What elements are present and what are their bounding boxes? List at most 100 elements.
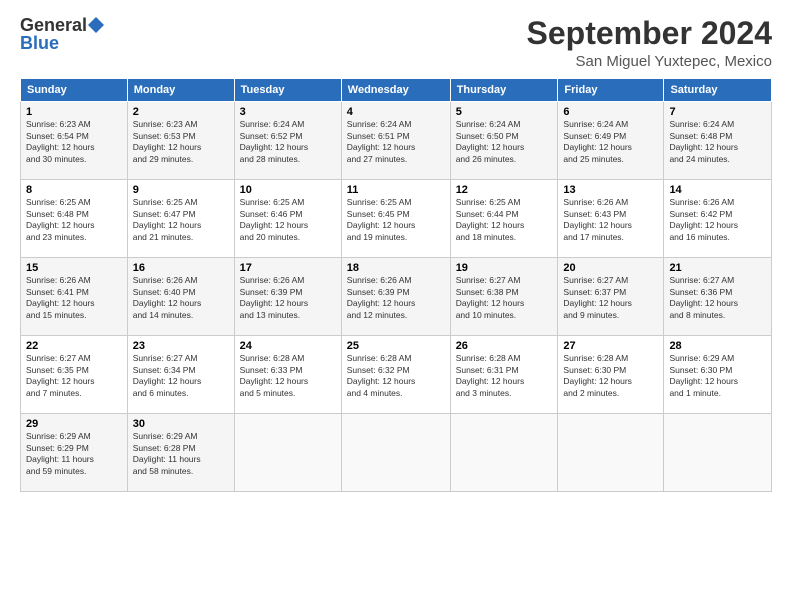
day-info: Sunrise: 6:25 AM Sunset: 6:45 PM Dayligh… — [347, 197, 445, 243]
title-block: September 2024 San Miguel Yuxtepec, Mexi… — [527, 16, 772, 70]
calendar-cell: 7Sunrise: 6:24 AM Sunset: 6:48 PM Daylig… — [664, 102, 772, 180]
logo-general: General — [20, 16, 87, 34]
calendar-cell: 23Sunrise: 6:27 AM Sunset: 6:34 PM Dayli… — [127, 336, 234, 414]
day-number: 29 — [26, 418, 122, 430]
day-number: 12 — [456, 184, 553, 196]
location-title: San Miguel Yuxtepec, Mexico — [527, 53, 772, 70]
day-number: 5 — [456, 106, 553, 118]
day-info: Sunrise: 6:26 AM Sunset: 6:39 PM Dayligh… — [240, 275, 336, 321]
col-sunday: Sunday — [21, 79, 128, 102]
day-number: 18 — [347, 262, 445, 274]
day-number: 23 — [133, 340, 229, 352]
calendar-cell — [234, 414, 341, 492]
logo: General Blue — [20, 16, 104, 52]
day-info: Sunrise: 6:29 AM Sunset: 6:29 PM Dayligh… — [26, 431, 122, 477]
day-info: Sunrise: 6:26 AM Sunset: 6:41 PM Dayligh… — [26, 275, 122, 321]
day-number: 15 — [26, 262, 122, 274]
day-info: Sunrise: 6:26 AM Sunset: 6:39 PM Dayligh… — [347, 275, 445, 321]
logo-blue: Blue — [20, 34, 59, 52]
calendar-cell: 22Sunrise: 6:27 AM Sunset: 6:35 PM Dayli… — [21, 336, 128, 414]
day-info: Sunrise: 6:25 AM Sunset: 6:46 PM Dayligh… — [240, 197, 336, 243]
day-number: 11 — [347, 184, 445, 196]
calendar-cell: 5Sunrise: 6:24 AM Sunset: 6:50 PM Daylig… — [450, 102, 558, 180]
calendar-cell: 26Sunrise: 6:28 AM Sunset: 6:31 PM Dayli… — [450, 336, 558, 414]
calendar-cell: 10Sunrise: 6:25 AM Sunset: 6:46 PM Dayli… — [234, 180, 341, 258]
day-number: 8 — [26, 184, 122, 196]
day-info: Sunrise: 6:27 AM Sunset: 6:35 PM Dayligh… — [26, 353, 122, 399]
day-info: Sunrise: 6:24 AM Sunset: 6:49 PM Dayligh… — [563, 119, 658, 165]
calendar-cell — [341, 414, 450, 492]
calendar-cell: 20Sunrise: 6:27 AM Sunset: 6:37 PM Dayli… — [558, 258, 664, 336]
day-number: 17 — [240, 262, 336, 274]
day-info: Sunrise: 6:27 AM Sunset: 6:36 PM Dayligh… — [669, 275, 766, 321]
day-info: Sunrise: 6:24 AM Sunset: 6:51 PM Dayligh… — [347, 119, 445, 165]
day-info: Sunrise: 6:26 AM Sunset: 6:43 PM Dayligh… — [563, 197, 658, 243]
calendar-cell: 21Sunrise: 6:27 AM Sunset: 6:36 PM Dayli… — [664, 258, 772, 336]
calendar-cell: 25Sunrise: 6:28 AM Sunset: 6:32 PM Dayli… — [341, 336, 450, 414]
calendar-cell: 11Sunrise: 6:25 AM Sunset: 6:45 PM Dayli… — [341, 180, 450, 258]
calendar-cell: 29Sunrise: 6:29 AM Sunset: 6:29 PM Dayli… — [21, 414, 128, 492]
page: General Blue September 2024 San Miguel Y… — [0, 0, 792, 612]
day-info: Sunrise: 6:28 AM Sunset: 6:32 PM Dayligh… — [347, 353, 445, 399]
day-info: Sunrise: 6:25 AM Sunset: 6:44 PM Dayligh… — [456, 197, 553, 243]
col-wednesday: Wednesday — [341, 79, 450, 102]
calendar-week-3: 15Sunrise: 6:26 AM Sunset: 6:41 PM Dayli… — [21, 258, 772, 336]
calendar-cell: 28Sunrise: 6:29 AM Sunset: 6:30 PM Dayli… — [664, 336, 772, 414]
day-info: Sunrise: 6:27 AM Sunset: 6:38 PM Dayligh… — [456, 275, 553, 321]
day-number: 1 — [26, 106, 122, 118]
month-title: September 2024 — [527, 16, 772, 51]
day-number: 22 — [26, 340, 122, 352]
day-number: 20 — [563, 262, 658, 274]
day-number: 10 — [240, 184, 336, 196]
day-number: 6 — [563, 106, 658, 118]
calendar-cell: 12Sunrise: 6:25 AM Sunset: 6:44 PM Dayli… — [450, 180, 558, 258]
calendar-cell: 15Sunrise: 6:26 AM Sunset: 6:41 PM Dayli… — [21, 258, 128, 336]
day-number: 2 — [133, 106, 229, 118]
calendar-cell — [450, 414, 558, 492]
day-info: Sunrise: 6:26 AM Sunset: 6:42 PM Dayligh… — [669, 197, 766, 243]
day-info: Sunrise: 6:24 AM Sunset: 6:52 PM Dayligh… — [240, 119, 336, 165]
day-number: 21 — [669, 262, 766, 274]
day-info: Sunrise: 6:25 AM Sunset: 6:47 PM Dayligh… — [133, 197, 229, 243]
calendar-cell: 9Sunrise: 6:25 AM Sunset: 6:47 PM Daylig… — [127, 180, 234, 258]
header-row: Sunday Monday Tuesday Wednesday Thursday… — [21, 79, 772, 102]
calendar-cell: 18Sunrise: 6:26 AM Sunset: 6:39 PM Dayli… — [341, 258, 450, 336]
calendar-week-1: 1Sunrise: 6:23 AM Sunset: 6:54 PM Daylig… — [21, 102, 772, 180]
day-info: Sunrise: 6:28 AM Sunset: 6:33 PM Dayligh… — [240, 353, 336, 399]
day-number: 24 — [240, 340, 336, 352]
calendar-cell: 19Sunrise: 6:27 AM Sunset: 6:38 PM Dayli… — [450, 258, 558, 336]
day-info: Sunrise: 6:29 AM Sunset: 6:28 PM Dayligh… — [133, 431, 229, 477]
day-number: 19 — [456, 262, 553, 274]
calendar-week-2: 8Sunrise: 6:25 AM Sunset: 6:48 PM Daylig… — [21, 180, 772, 258]
day-number: 14 — [669, 184, 766, 196]
calendar-cell: 30Sunrise: 6:29 AM Sunset: 6:28 PM Dayli… — [127, 414, 234, 492]
day-number: 7 — [669, 106, 766, 118]
day-number: 28 — [669, 340, 766, 352]
calendar-cell: 27Sunrise: 6:28 AM Sunset: 6:30 PM Dayli… — [558, 336, 664, 414]
calendar-cell: 1Sunrise: 6:23 AM Sunset: 6:54 PM Daylig… — [21, 102, 128, 180]
day-info: Sunrise: 6:23 AM Sunset: 6:53 PM Dayligh… — [133, 119, 229, 165]
day-number: 4 — [347, 106, 445, 118]
calendar-week-5: 29Sunrise: 6:29 AM Sunset: 6:29 PM Dayli… — [21, 414, 772, 492]
day-info: Sunrise: 6:24 AM Sunset: 6:48 PM Dayligh… — [669, 119, 766, 165]
day-number: 30 — [133, 418, 229, 430]
calendar-cell: 8Sunrise: 6:25 AM Sunset: 6:48 PM Daylig… — [21, 180, 128, 258]
calendar-cell — [664, 414, 772, 492]
col-monday: Monday — [127, 79, 234, 102]
calendar-cell: 14Sunrise: 6:26 AM Sunset: 6:42 PM Dayli… — [664, 180, 772, 258]
calendar-cell: 13Sunrise: 6:26 AM Sunset: 6:43 PM Dayli… — [558, 180, 664, 258]
calendar-cell: 24Sunrise: 6:28 AM Sunset: 6:33 PM Dayli… — [234, 336, 341, 414]
header: General Blue September 2024 San Miguel Y… — [20, 16, 772, 70]
calendar-cell: 16Sunrise: 6:26 AM Sunset: 6:40 PM Dayli… — [127, 258, 234, 336]
day-number: 3 — [240, 106, 336, 118]
day-number: 13 — [563, 184, 658, 196]
col-saturday: Saturday — [664, 79, 772, 102]
calendar-week-4: 22Sunrise: 6:27 AM Sunset: 6:35 PM Dayli… — [21, 336, 772, 414]
calendar-cell — [558, 414, 664, 492]
day-info: Sunrise: 6:25 AM Sunset: 6:48 PM Dayligh… — [26, 197, 122, 243]
day-info: Sunrise: 6:29 AM Sunset: 6:30 PM Dayligh… — [669, 353, 766, 399]
day-info: Sunrise: 6:28 AM Sunset: 6:31 PM Dayligh… — [456, 353, 553, 399]
day-number: 9 — [133, 184, 229, 196]
day-info: Sunrise: 6:28 AM Sunset: 6:30 PM Dayligh… — [563, 353, 658, 399]
col-thursday: Thursday — [450, 79, 558, 102]
